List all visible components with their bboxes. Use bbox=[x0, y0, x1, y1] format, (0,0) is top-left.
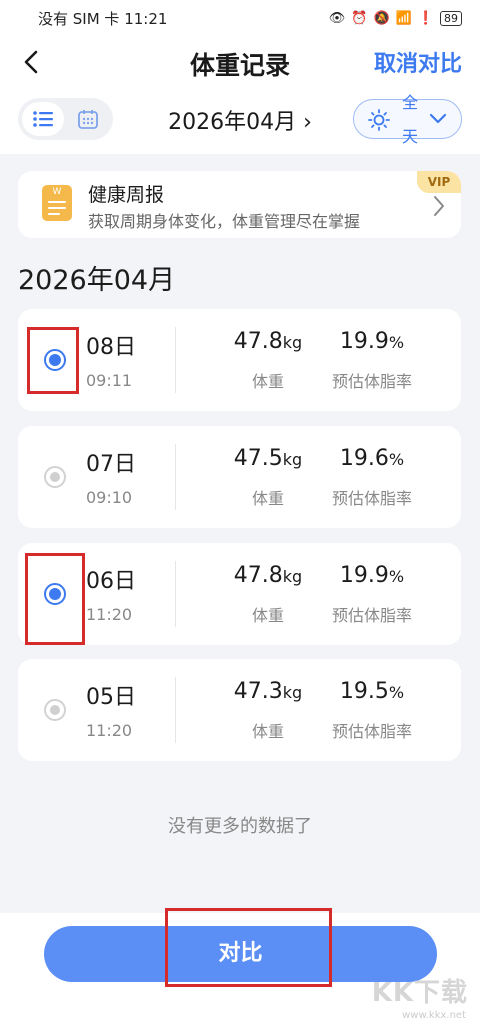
status-icons: 👁 ⏰ 🔕 📶 ❗ 89 bbox=[328, 10, 462, 26]
bodyfat-value: 19.5 bbox=[339, 679, 389, 704]
weight-unit: kg bbox=[282, 450, 303, 469]
bodyfat-label: 预估体脂率 bbox=[331, 489, 412, 508]
nav-bar: 体重记录 取消对比 bbox=[0, 36, 480, 88]
status-bar: 没有 SIM 卡 11:21 👁 ⏰ 🔕 📶 ❗ 89 bbox=[0, 0, 480, 36]
divider bbox=[175, 444, 176, 510]
range-select[interactable]: 全天 bbox=[353, 93, 462, 146]
list-icon bbox=[33, 111, 53, 127]
weight-metric: 47.8kg 体重 bbox=[218, 563, 318, 626]
weight-value: 47.8 bbox=[233, 563, 283, 588]
month-picker-button[interactable]: 2026年04月 › bbox=[168, 110, 312, 135]
weekly-report-title: 健康周报 bbox=[88, 184, 165, 206]
bodyfat-metric: 19.9% 预估体脂率 bbox=[314, 329, 430, 392]
alert-icon: ❗ bbox=[417, 10, 434, 26]
weight-unit: kg bbox=[282, 683, 303, 702]
record-time: 09:10 bbox=[86, 488, 133, 507]
eye-icon: 👁 bbox=[328, 10, 346, 26]
list-view-button[interactable] bbox=[22, 102, 64, 136]
weight-label: 体重 bbox=[251, 489, 284, 508]
sun-icon bbox=[368, 109, 390, 131]
record-card[interactable]: 05日 11:20 47.3kg 体重 19.5% 预估体脂率 bbox=[18, 659, 461, 761]
weight-label: 体重 bbox=[251, 372, 284, 391]
record-day: 07日 bbox=[86, 452, 136, 477]
weight-metric: 47.8kg 体重 bbox=[218, 329, 318, 392]
no-more-data-text: 没有更多的数据了 bbox=[168, 816, 312, 837]
clock-text: 11:21 bbox=[124, 9, 168, 28]
watermark-url: www.kkx.net bbox=[402, 1010, 466, 1021]
calendar-view-button[interactable] bbox=[67, 102, 109, 136]
divider bbox=[175, 561, 176, 627]
toolbar: 2026年04月 › 全天 bbox=[0, 88, 480, 154]
annotation-box bbox=[165, 908, 332, 987]
divider bbox=[175, 327, 176, 393]
record-radio[interactable] bbox=[44, 466, 66, 488]
wifi-icon: 📶 bbox=[395, 10, 412, 26]
watermark: KK下载 bbox=[371, 978, 468, 1008]
record-day: 08日 bbox=[86, 335, 136, 360]
bodyfat-value: 19.9 bbox=[339, 329, 389, 354]
report-icon: W bbox=[42, 185, 72, 221]
bodyfat-unit: % bbox=[388, 333, 405, 352]
annotation-box bbox=[27, 327, 79, 394]
carrier-text: 没有 SIM 卡 bbox=[38, 9, 120, 28]
range-label: 全天 bbox=[401, 93, 418, 146]
bodyfat-value: 19.9 bbox=[339, 563, 389, 588]
view-toggle bbox=[18, 98, 113, 140]
record-card[interactable]: 08日 09:11 47.8kg 体重 19.9% 预估体脂率 bbox=[18, 309, 461, 411]
weekly-report-card[interactable]: W 健康周报 获取周期身体变化，体重管理尽在掌握 VIP bbox=[18, 171, 461, 238]
mute-icon: 🔕 bbox=[373, 10, 390, 26]
weight-metric: 47.5kg 体重 bbox=[218, 446, 318, 509]
bodyfat-label: 预估体脂率 bbox=[331, 722, 412, 741]
bodyfat-unit: % bbox=[388, 567, 405, 586]
bodyfat-unit: % bbox=[388, 683, 405, 702]
weight-value: 47.3 bbox=[233, 679, 283, 704]
chevron-right-icon bbox=[434, 196, 444, 216]
weight-value: 47.5 bbox=[233, 446, 283, 471]
battery-icon: 89 bbox=[440, 10, 462, 26]
weight-label: 体重 bbox=[251, 722, 284, 741]
vip-badge: VIP bbox=[417, 171, 461, 193]
calendar-icon bbox=[78, 110, 98, 129]
record-radio[interactable] bbox=[44, 699, 66, 721]
record-time: 11:20 bbox=[86, 605, 133, 624]
record-time: 11:20 bbox=[86, 721, 133, 740]
record-time: 09:11 bbox=[86, 371, 133, 390]
cancel-compare-button[interactable]: 取消对比 bbox=[374, 46, 462, 78]
divider bbox=[175, 677, 176, 743]
report-icon-letter: W bbox=[52, 187, 62, 197]
bodyfat-label: 预估体脂率 bbox=[331, 372, 412, 391]
chevron-down-icon bbox=[429, 113, 447, 124]
annotation-box bbox=[25, 553, 85, 645]
weight-unit: kg bbox=[282, 333, 303, 352]
weight-metric: 47.3kg 体重 bbox=[218, 679, 318, 742]
weight-unit: kg bbox=[282, 567, 303, 586]
bodyfat-metric: 19.6% 预估体脂率 bbox=[314, 446, 430, 509]
bodyfat-label: 预估体脂率 bbox=[331, 606, 412, 625]
record-card[interactable]: 07日 09:10 47.5kg 体重 19.6% 预估体脂率 bbox=[18, 426, 461, 528]
record-day: 06日 bbox=[86, 569, 136, 594]
section-month-title: 2026年04月 bbox=[18, 265, 176, 296]
bodyfat-metric: 19.5% 预估体脂率 bbox=[314, 679, 430, 742]
bodyfat-metric: 19.9% 预估体脂率 bbox=[314, 563, 430, 626]
weight-label: 体重 bbox=[251, 606, 284, 625]
chevron-right-icon: › bbox=[303, 110, 312, 135]
bodyfat-unit: % bbox=[388, 450, 405, 469]
month-label: 2026年04月 bbox=[168, 110, 297, 135]
status-left: 没有 SIM 卡 11:21 bbox=[38, 8, 167, 29]
weekly-report-subtitle: 获取周期身体变化，体重管理尽在掌握 bbox=[88, 212, 361, 231]
bodyfat-value: 19.6 bbox=[339, 446, 389, 471]
weight-value: 47.8 bbox=[233, 329, 283, 354]
record-day: 05日 bbox=[86, 685, 136, 710]
alarm-icon: ⏰ bbox=[351, 10, 368, 26]
